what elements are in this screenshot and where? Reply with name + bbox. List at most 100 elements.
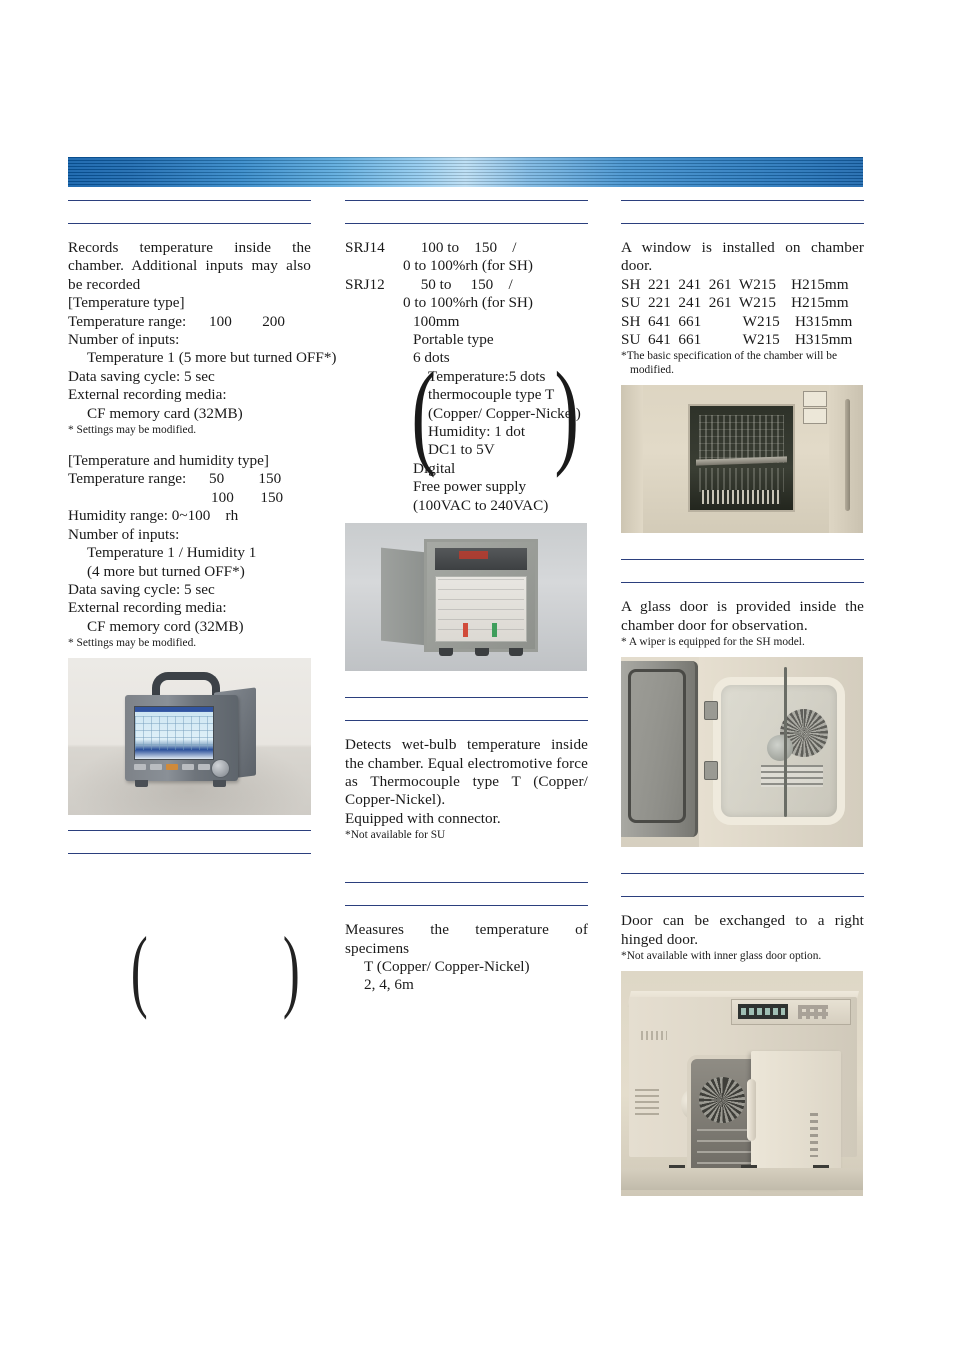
- specimen-description: Measures the temperature of specimens: [345, 921, 588, 957]
- digital-value: Digital: [413, 459, 456, 477]
- th-data-saving-cycle: Data saving cycle: 5 sec: [68, 580, 215, 598]
- recorder-button-panel: [134, 761, 220, 776]
- recorder-foot: [213, 780, 226, 788]
- chamber-base-stand: [621, 1168, 863, 1191]
- chamber-control-panel: [731, 999, 851, 1026]
- chamber-door-window-photo: [621, 385, 863, 534]
- wetbulb-footnote: *Not available for SU: [345, 829, 446, 842]
- page-header-banner: [68, 157, 863, 187]
- th-settings-footnote: * Settings may be modified.: [68, 637, 197, 650]
- model-srj12-row: SRJ12 50 to 150 /: [345, 276, 588, 294]
- chamber-door-handle: [747, 1079, 756, 1142]
- th-inputs-value-2: (4 more but turned OFF*): [87, 562, 245, 580]
- door-vertical-label: [810, 1113, 819, 1158]
- glassdoor-description: A glass door is provided inside the cham…: [621, 598, 864, 634]
- data-saving-cycle: Data saving cycle: 5 sec: [68, 367, 215, 385]
- bracket-line: (Copper/ Copper-Nickel): [428, 404, 581, 422]
- glassdoor-footnote: * A wiper is equipped for the SH model.: [621, 636, 805, 649]
- outer-door-opened: [621, 661, 698, 838]
- model-srj14-range: 100 to 150 /: [420, 239, 517, 256]
- chamber-interior-coils-lower: [699, 468, 784, 493]
- bracket-line: Temperature:5 dots: [428, 367, 546, 385]
- chart-recorder-pen-red: [463, 623, 468, 638]
- settings-footnote: * Settings may be modified.: [68, 424, 197, 437]
- column-middle: SRJ14 100 to 150 / 0 to 100%rh (for SH) S…: [345, 200, 588, 995]
- chart-recorder-display: [435, 548, 527, 571]
- column-right: A window is installed on chamber door. S…: [621, 200, 864, 1197]
- recorder-dial-knob: [211, 759, 230, 779]
- recorder-button: [150, 764, 162, 771]
- model-srj12-range2: 0 to 100%rh (for SH): [403, 294, 533, 312]
- th-inputs-value-1: Temperature 1 / Humidity 1: [87, 544, 257, 562]
- warning-label-lower: [803, 408, 827, 425]
- input-spec-bracket-group: ( ) Temperature:5 dots thermocouple type…: [398, 354, 588, 472]
- recorder-screen: [134, 706, 214, 761]
- dots-value: 6 dots: [413, 349, 450, 367]
- control-panel-display: [738, 1004, 788, 1020]
- chamber-front-frame: [699, 657, 863, 848]
- window-dimension-row: SU 641 661 W215 H315mm: [621, 331, 853, 349]
- glass-door-hinge: [704, 761, 718, 781]
- door-handle: [845, 399, 850, 512]
- chamber-interior-shelf: [761, 765, 823, 788]
- model-srj14-name: SRJ14: [345, 239, 385, 256]
- warning-label-upper: [803, 391, 827, 408]
- temp-type-subhead: [Temperature type]: [68, 294, 185, 312]
- recorder-description: Records temperature inside the chamber. …: [68, 239, 311, 293]
- wetbulb-connector-line: Equipped with connector.: [345, 809, 501, 827]
- portable-data-recorder-photo: [68, 658, 311, 816]
- section-divider-left-bottom: [68, 830, 311, 855]
- power-supply-line1: Free power supply: [413, 478, 527, 496]
- chart-recorder-foot: [509, 648, 523, 657]
- window-description: A window is installed on chamber door.: [621, 239, 864, 275]
- section-divider-glassdoor: [621, 559, 864, 584]
- chart-recorder-photo: [345, 523, 587, 672]
- inputs-label: Number of inputs:: [68, 331, 180, 349]
- righthinge-description: Door can be exchanged to a right hinged …: [621, 912, 864, 948]
- door-panel-left: [621, 385, 643, 534]
- recorder-button: [166, 764, 178, 771]
- external-media-value: CF memory card (32MB): [87, 404, 243, 422]
- control-panel-keypad: [798, 1005, 828, 1020]
- righthinge-footnote: *Not available with inner glass door opt…: [621, 950, 822, 963]
- external-media-label: External recording media:: [68, 386, 227, 404]
- chamber-interior-vent: [702, 490, 781, 505]
- model-srj14-row: SRJ14 100 to 150 /: [345, 239, 588, 257]
- recorder-button: [134, 764, 146, 771]
- specimen-detail-1: T (Copper/ Copper-Nickel): [364, 957, 530, 975]
- recorder-button: [198, 764, 210, 771]
- specimen-detail-2: 2, 4, 6m: [364, 976, 414, 994]
- window-footnote-line2: modified.: [630, 364, 674, 377]
- window-footnote-line1: *The basic specification of the chamber …: [621, 350, 838, 363]
- right-hinged-chamber-photo: [621, 971, 863, 1197]
- chart-recorder-foot: [439, 648, 453, 657]
- paren-right-glyph: ): [283, 918, 301, 1021]
- chart-recorder-paper-lines: [438, 579, 524, 640]
- glass-door-hinge: [704, 701, 718, 721]
- door-window-glass: [688, 404, 795, 513]
- power-supply-line2: (100VAC to 240VAC): [413, 496, 549, 514]
- model-srj14-range2: 0 to 100%rh (for SH): [403, 257, 533, 275]
- bracket-line: DC1 to 5V: [428, 441, 495, 459]
- chamber-interior-plate: [767, 735, 794, 762]
- bracket-line: thermocouple type T: [428, 386, 555, 404]
- recorder-button: [182, 764, 194, 771]
- model-srj12-range: 50 to 150 /: [420, 275, 513, 293]
- chart-width-value: 100mm: [413, 312, 460, 330]
- window-dimension-row: SU 221 241 261 W215 H215mm: [621, 294, 849, 312]
- model-srj12-name: SRJ12: [345, 275, 385, 293]
- paren-left-glyph: (: [130, 918, 148, 1021]
- inner-glass-door-photo: [621, 657, 863, 848]
- chart-recorder-pen-green: [491, 623, 497, 638]
- temp-humidity-type-subhead: [Temperature and humidity type]: [68, 452, 269, 470]
- control-panel-digits: [741, 1008, 785, 1016]
- section-divider-wetbulb: [345, 697, 588, 722]
- chart-recorder-front-body: [424, 539, 538, 657]
- glass-door-wiper-wire: [784, 667, 788, 818]
- left-empty-parenthesis-block: ( ): [68, 918, 311, 1021]
- chart-recorder-side-body: [381, 547, 426, 646]
- window-dimension-row: SH 221 241 261 W215 H215mm: [621, 275, 849, 293]
- section-divider-window: [621, 200, 864, 224]
- inner-glass-door: [713, 677, 845, 826]
- recorder-type-value: Portable type: [413, 331, 494, 349]
